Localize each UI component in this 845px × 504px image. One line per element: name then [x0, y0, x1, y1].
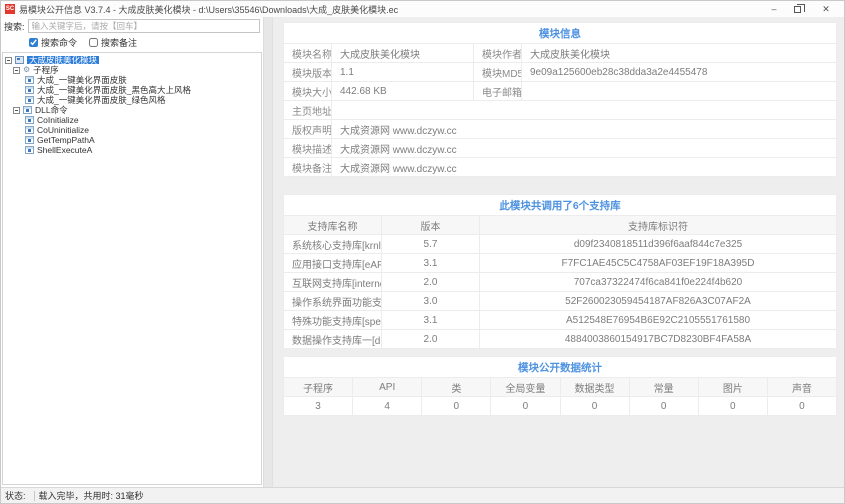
window-title: 易模块公开信息 V3.7.4 - 大成皮肤美化模块 - d:\Users\355…: [19, 4, 399, 15]
collapse-icon[interactable]: [13, 106, 20, 114]
table-row: 版权声明 大成资源网 www.dczyw.cc: [283, 119, 837, 139]
libraries-title: 此模块共调用了6个支持库: [283, 194, 837, 216]
collapse-icon[interactable]: [5, 56, 12, 64]
search-notes-checkbox[interactable]: [89, 38, 99, 47]
table-row: 主页地址: [283, 100, 837, 120]
table-row: 互联网支持库[internet] 2.0 707ca37322474f6ca84…: [283, 272, 837, 292]
search-label: 搜索:: [4, 21, 25, 32]
status-divider: [33, 490, 35, 501]
restore-icon: [794, 3, 805, 13]
table-row: 模块大小 442.68 KB 电子邮箱: [283, 81, 837, 101]
module-info-title: 模块信息: [283, 22, 837, 44]
tree-root[interactable]: 大成皮肤美化模块: [5, 55, 261, 65]
search-commands-label: 搜索命令: [41, 38, 78, 48]
app-window: SC 易模块公开信息 V3.7.4 - 大成皮肤美化模块 - d:\Users\…: [0, 0, 845, 504]
table-header-row: 支持库名称 版本 支持库标识符: [283, 215, 837, 235]
option-search-notes[interactable]: 搜索备注: [89, 36, 137, 49]
dll-command-icon: [25, 126, 34, 134]
right-panel: 模块信息 模块名称 大成皮肤美化模块 模块作者 大成皮肤美化模块 模块版本 1.…: [273, 17, 844, 487]
search-options: 搜索命令 搜索备注: [1, 34, 263, 51]
module-tree: 大成皮肤美化模块 ⚙ 子程序 大成_一键美化界面皮肤 大成_一键美化界面皮肤_黑…: [2, 52, 262, 485]
tree-group-dll[interactable]: DLL命令: [5, 105, 261, 115]
table-row: 模块名称 大成皮肤美化模块 模块作者 大成皮肤美化模块: [283, 43, 837, 63]
close-button[interactable]: ✕: [820, 4, 832, 14]
table-title-row: 此模块共调用了6个支持库: [283, 194, 837, 216]
dll-icon: [23, 106, 32, 114]
libraries-table: 此模块共调用了6个支持库 支持库名称 版本 支持库标识符 系统核心支持库[krn…: [283, 194, 837, 349]
table-title-row: 模块公开数据统计: [283, 356, 837, 378]
stats-table: 模块公开数据统计 子程序 API 类 全局变量 数据类型 常量 图片 声音 3 …: [282, 356, 838, 416]
subroutine-icon: [25, 86, 34, 94]
tree-item-dll-command[interactable]: CoUninitialize: [5, 125, 261, 135]
dll-command-icon: [25, 136, 34, 144]
table-row: 模块描述 大成资源网 www.dczyw.cc: [283, 138, 837, 158]
subroutine-icon: [25, 76, 34, 84]
tree-group-subroutines[interactable]: ⚙ 子程序: [5, 65, 261, 75]
minimize-button[interactable]: –: [768, 4, 780, 14]
option-search-commands[interactable]: 搜索命令: [29, 36, 77, 49]
tree-item-subroutine[interactable]: 大成_一键美化界面皮肤: [5, 75, 261, 85]
table-row: 数据操作支持库一[dp1] 2.0 4884003860154917BC7D82…: [283, 329, 837, 349]
table-row: 模块备注 大成资源网 www.dczyw.cc: [283, 157, 837, 177]
table-row: 操作系统界面功能支持库[shell] 3.0 52F26002305945418…: [283, 291, 837, 311]
module-icon: [15, 56, 24, 64]
dll-command-icon: [25, 146, 34, 154]
module-info-table: 模块信息 模块名称 大成皮肤美化模块 模块作者 大成皮肤美化模块 模块版本 1.…: [283, 22, 837, 177]
tree-item-dll-command[interactable]: ShellExecuteA: [5, 145, 261, 155]
tree-item-dll-command[interactable]: GetTempPathA: [5, 135, 261, 145]
table-header-row: 子程序 API 类 全局变量 数据类型 常量 图片 声音: [282, 377, 838, 397]
gear-icon: ⚙: [23, 65, 31, 74]
tree-root-label: 大成皮肤美化模块: [27, 54, 100, 65]
table-row: 模块版本 1.1 模块MD5 9e09a125600eb28c38dda3a2e…: [283, 62, 837, 82]
search-notes-label: 搜索备注: [101, 38, 138, 48]
search-input[interactable]: [27, 19, 260, 33]
status-label: 状态:: [5, 491, 26, 501]
stats-title: 模块公开数据统计: [283, 356, 837, 378]
table-row: 特殊功能支持库[spec] 3.1 A512548E76954B6E92C210…: [283, 310, 837, 330]
dll-command-icon: [25, 116, 34, 124]
main-area: 搜索: 搜索命令 搜索备注 大成皮肤美化模块: [1, 17, 844, 487]
tree-item-subroutine[interactable]: 大成_一键美化界面皮肤_绿色风格: [5, 95, 261, 105]
app-icon: SC: [5, 4, 15, 14]
status-bar: 状态: 载入完毕，共用时: 31毫秒: [1, 487, 844, 503]
subroutine-icon: [25, 96, 34, 104]
table-title-row: 模块信息: [283, 22, 837, 44]
table-row: 3 4 0 0 0 0 0 0: [282, 396, 838, 416]
search-row: 搜索:: [1, 17, 263, 34]
table-row: 系统核心支持库[krnln] 5.7 d09f2340818511d396f6a…: [283, 234, 837, 254]
left-panel: 搜索: 搜索命令 搜索备注 大成皮肤美化模块: [1, 17, 264, 487]
table-row: 应用接口支持库[eAPI] 3.1 F7FC1AE45C5C4758AF03EF…: [283, 253, 837, 273]
collapse-icon[interactable]: [13, 66, 20, 74]
maximize-button[interactable]: [794, 3, 806, 13]
title-bar: SC 易模块公开信息 V3.7.4 - 大成皮肤美化模块 - d:\Users\…: [1, 1, 844, 17]
panel-splitter[interactable]: [264, 17, 273, 487]
search-commands-checkbox[interactable]: [29, 38, 38, 47]
tree-item-subroutine[interactable]: 大成_一键美化界面皮肤_黑色高大上风格: [5, 85, 261, 95]
tree-item-dll-command[interactable]: CoInitialize: [5, 115, 261, 125]
window-controls: – ✕: [768, 3, 832, 14]
status-message: 载入完毕，共用时: 31毫秒: [38, 491, 144, 501]
